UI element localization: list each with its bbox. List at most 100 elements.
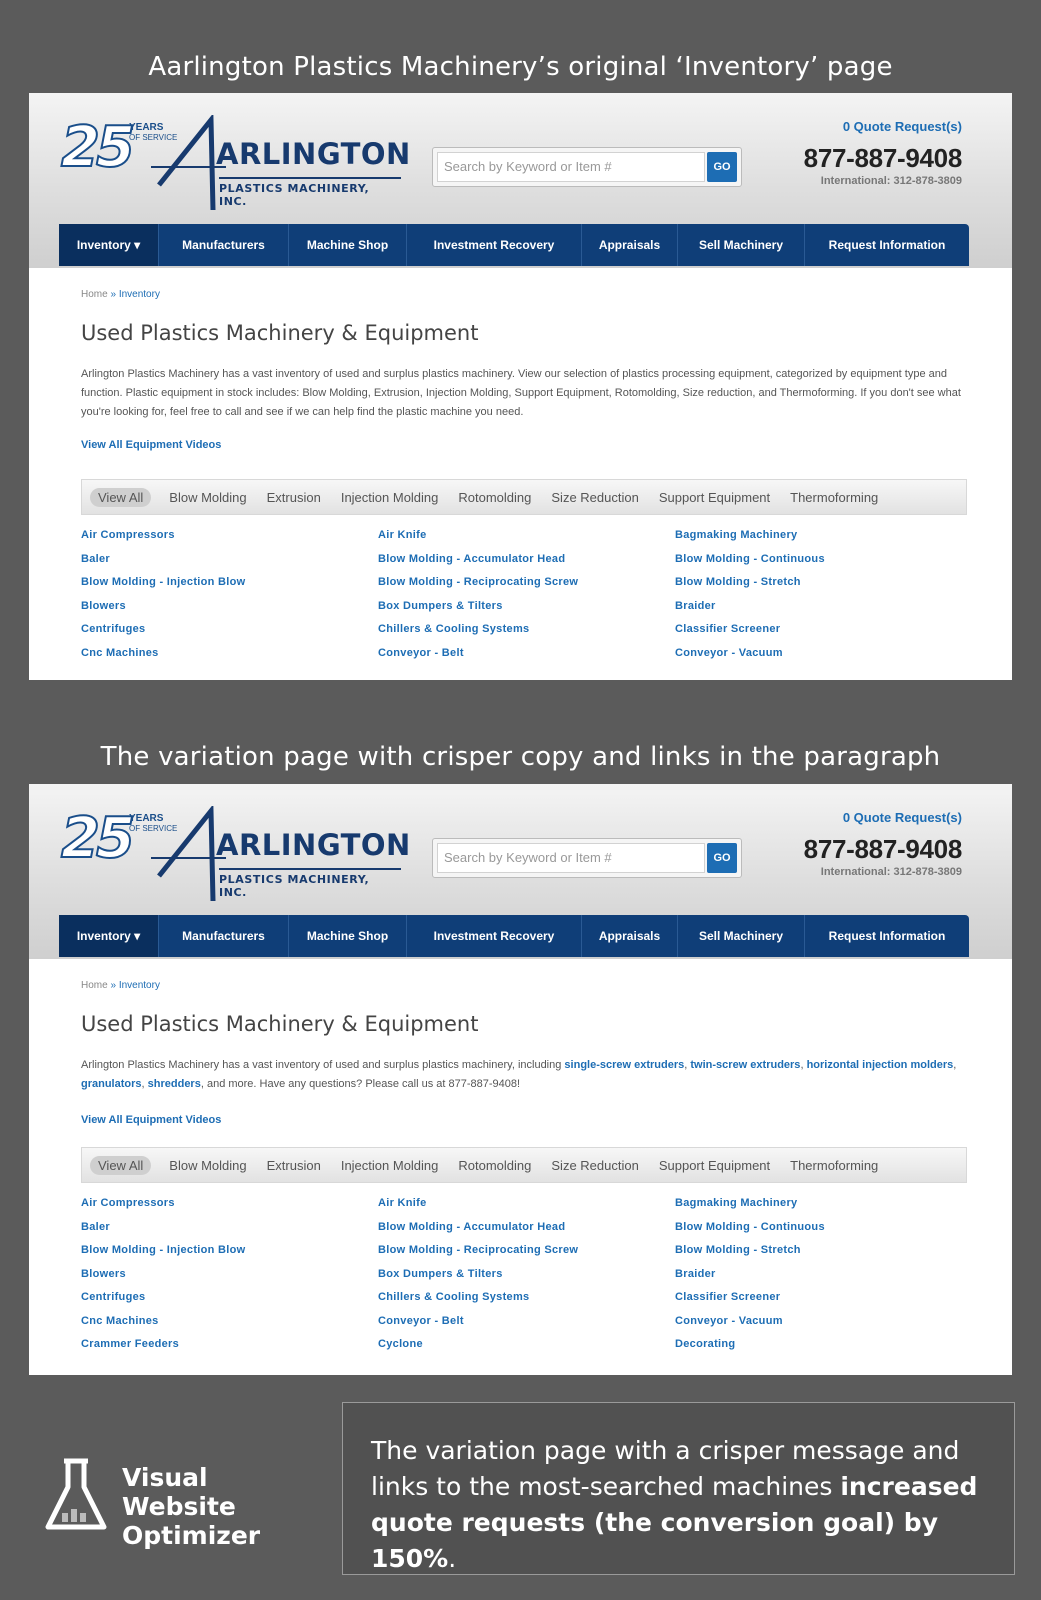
category-link[interactable]: Bagmaking Machinery: [675, 524, 965, 548]
link-single-screw-extruders[interactable]: single-screw extruders: [564, 1059, 684, 1071]
category-link[interactable]: Air Knife: [378, 524, 668, 548]
filter-injection-molding[interactable]: Injection Molding: [341, 490, 439, 505]
nav-investment-recovery[interactable]: Investment Recovery: [407, 224, 582, 266]
category-link[interactable]: Conveyor - Belt: [378, 642, 668, 666]
category-link[interactable]: Box Dumpers & Tilters: [378, 1263, 668, 1287]
category-link[interactable]: Conveyor - Vacuum: [675, 642, 965, 666]
category-link[interactable]: Bagmaking Machinery: [675, 1192, 965, 1216]
filter-blow-molding[interactable]: Blow Molding: [169, 490, 246, 505]
category-link[interactable]: Cyclone: [378, 1333, 668, 1357]
filter-view-all[interactable]: View All: [90, 1155, 152, 1175]
flask-icon: [45, 1458, 107, 1530]
nav-inventory[interactable]: Inventory ▾: [59, 224, 159, 266]
nav-request-information[interactable]: Request Information: [805, 224, 969, 266]
breadcrumb-current[interactable]: Inventory: [119, 289, 160, 300]
nav-investment-recovery[interactable]: Investment Recovery: [407, 915, 582, 957]
breadcrumb-current[interactable]: Inventory: [119, 980, 160, 991]
view-videos-link[interactable]: View All Equipment Videos: [81, 439, 221, 451]
link-granulators[interactable]: granulators: [81, 1078, 142, 1090]
page-title: Used Plastics Machinery & Equipment: [81, 1012, 479, 1036]
category-column-2: Air Knife Blow Molding - Accumulator Hea…: [378, 524, 668, 665]
filter-view-all[interactable]: View All: [90, 487, 152, 507]
category-link[interactable]: Air Knife: [378, 1192, 668, 1216]
category-link[interactable]: Baler: [81, 548, 371, 572]
filter-rotomolding[interactable]: Rotomolding: [458, 1158, 531, 1173]
view-videos-link[interactable]: View All Equipment Videos: [81, 1114, 221, 1126]
category-link[interactable]: Blow Molding - Reciprocating Screw: [378, 1239, 668, 1263]
filter-support-equipment[interactable]: Support Equipment: [659, 490, 770, 505]
category-link[interactable]: Braider: [675, 595, 965, 619]
category-link[interactable]: Chillers & Cooling Systems: [378, 1286, 668, 1310]
category-link[interactable]: Crammer Feeders: [81, 1333, 371, 1357]
category-link[interactable]: Classifier Screener: [675, 618, 965, 642]
quote-requests-link[interactable]: 0 Quote Request(s): [843, 810, 962, 825]
category-filter-bar: View All Blow Molding Extrusion Injectio…: [81, 479, 967, 515]
breadcrumb-home[interactable]: Home: [81, 289, 108, 300]
category-link[interactable]: Blowers: [81, 1263, 371, 1287]
category-link[interactable]: Blowers: [81, 595, 371, 619]
filter-support-equipment[interactable]: Support Equipment: [659, 1158, 770, 1173]
filter-extrusion[interactable]: Extrusion: [267, 490, 321, 505]
search-input[interactable]: Search by Keyword or Item #: [437, 843, 705, 873]
filter-size-reduction[interactable]: Size Reduction: [551, 490, 638, 505]
category-link[interactable]: Baler: [81, 1216, 371, 1240]
nav-sell-machinery[interactable]: Sell Machinery: [678, 224, 805, 266]
category-column-3: Bagmaking Machinery Blow Molding - Conti…: [675, 1192, 965, 1357]
filter-size-reduction[interactable]: Size Reduction: [551, 1158, 638, 1173]
category-link[interactable]: Classifier Screener: [675, 1286, 965, 1310]
breadcrumb: Home » Inventory: [81, 980, 160, 991]
search-input[interactable]: Search by Keyword or Item #: [437, 152, 705, 182]
category-link[interactable]: Decorating: [675, 1333, 965, 1357]
nav-sell-machinery[interactable]: Sell Machinery: [678, 915, 805, 957]
nav-appraisals[interactable]: Appraisals: [582, 224, 678, 266]
category-link[interactable]: Centrifuges: [81, 618, 371, 642]
category-link[interactable]: Blow Molding - Reciprocating Screw: [378, 571, 668, 595]
nav-inventory[interactable]: Inventory ▾: [59, 915, 159, 957]
nav-request-information[interactable]: Request Information: [805, 915, 969, 957]
category-column-1: Air Compressors Baler Blow Molding - Inj…: [81, 1192, 371, 1357]
link-twin-screw-extruders[interactable]: twin-screw extruders: [690, 1059, 800, 1071]
nav-manufacturers[interactable]: Manufacturers: [159, 915, 289, 957]
paragraph-separator: ,: [953, 1059, 957, 1071]
nav-machine-shop[interactable]: Machine Shop: [289, 915, 407, 957]
category-link[interactable]: Blow Molding - Injection Blow: [81, 1239, 371, 1263]
logo-brand: ARLINGTON: [216, 828, 411, 862]
filter-extrusion[interactable]: Extrusion: [267, 1158, 321, 1173]
link-horizontal-injection-molders[interactable]: horizontal injection molders: [807, 1059, 954, 1071]
category-link[interactable]: Box Dumpers & Tilters: [378, 595, 668, 619]
search-go-button[interactable]: GO: [707, 152, 737, 182]
filter-thermoforming[interactable]: Thermoforming: [790, 490, 878, 505]
category-link[interactable]: Conveyor - Vacuum: [675, 1310, 965, 1334]
filter-injection-molding[interactable]: Injection Molding: [341, 1158, 439, 1173]
category-link[interactable]: Blow Molding - Stretch: [675, 1239, 965, 1263]
category-link[interactable]: Blow Molding - Accumulator Head: [378, 1216, 668, 1240]
breadcrumb-home[interactable]: Home: [81, 980, 108, 991]
category-link[interactable]: Cnc Machines: [81, 642, 371, 666]
nav-manufacturers[interactable]: Manufacturers: [159, 224, 289, 266]
breadcrumb-separator: »: [107, 289, 119, 300]
link-shredders[interactable]: shredders: [148, 1078, 201, 1090]
category-link[interactable]: Air Compressors: [81, 1192, 371, 1216]
category-link[interactable]: Centrifuges: [81, 1286, 371, 1310]
category-link[interactable]: Blow Molding - Stretch: [675, 571, 965, 595]
category-link[interactable]: Blow Molding - Continuous: [675, 1216, 965, 1240]
international-phone: International: 312-878-3809: [820, 175, 962, 187]
nav-machine-shop[interactable]: Machine Shop: [289, 224, 407, 266]
filter-thermoforming[interactable]: Thermoforming: [790, 1158, 878, 1173]
category-link[interactable]: Blow Molding - Injection Blow: [81, 571, 371, 595]
category-link[interactable]: Braider: [675, 1263, 965, 1287]
category-link[interactable]: Cnc Machines: [81, 1310, 371, 1334]
nav-appraisals[interactable]: Appraisals: [582, 915, 678, 957]
search-go-button[interactable]: GO: [707, 843, 737, 873]
category-link[interactable]: Chillers & Cooling Systems: [378, 618, 668, 642]
category-link[interactable]: Air Compressors: [81, 524, 371, 548]
company-logo[interactable]: 25 YEARS OF SERVICE ARLINGTON PLASTICS M…: [60, 114, 410, 215]
category-link[interactable]: Blow Molding - Continuous: [675, 548, 965, 572]
filter-rotomolding[interactable]: Rotomolding: [458, 490, 531, 505]
vwo-brand-line-1: Visual Website: [122, 1463, 236, 1521]
category-link[interactable]: Blow Molding - Accumulator Head: [378, 548, 668, 572]
category-link[interactable]: Conveyor - Belt: [378, 1310, 668, 1334]
company-logo[interactable]: 25 YEARS OF SERVICE ARLINGTON PLASTICS M…: [60, 805, 410, 906]
quote-requests-link[interactable]: 0 Quote Request(s): [843, 119, 962, 134]
filter-blow-molding[interactable]: Blow Molding: [169, 1158, 246, 1173]
